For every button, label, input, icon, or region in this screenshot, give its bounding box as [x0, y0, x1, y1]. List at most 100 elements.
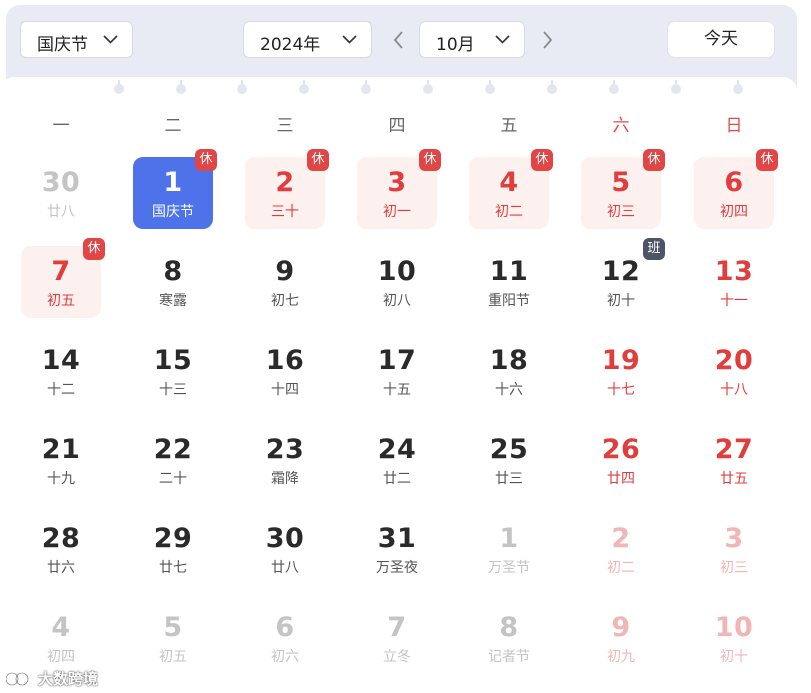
day-number: 27 — [714, 434, 754, 465]
lunar-label: 十八 — [720, 382, 748, 398]
day-cell[interactable]: 10 初八 — [357, 246, 437, 318]
weekday-label: 四 — [388, 116, 406, 136]
day-number: 22 — [153, 434, 193, 465]
day-cell[interactable]: 26 廿四 — [581, 424, 661, 496]
day-number: 8 — [163, 256, 183, 287]
day-number: 6 — [275, 612, 295, 643]
day-cell[interactable]: 25 廿三 — [469, 424, 549, 496]
day-number: 25 — [489, 434, 529, 465]
day-cell[interactable]: 23 霜降 — [245, 424, 325, 496]
rest-day-badge: 休 — [756, 149, 778, 171]
day-cell[interactable]: 3 初三 — [694, 513, 774, 585]
day-cell[interactable]: 31 万圣夜 — [357, 513, 437, 585]
month-select[interactable]: 10月 — [419, 21, 525, 58]
day-cell[interactable]: 28 廿六 — [21, 513, 101, 585]
day-number: 28 — [41, 523, 81, 554]
day-cell[interactable]: 1 万圣节 — [469, 513, 549, 585]
day-number: 11 — [489, 256, 529, 287]
day-cell[interactable]: 7 初五 休 — [21, 238, 105, 318]
lunar-label: 初五 — [159, 649, 187, 665]
day-cell[interactable]: 8 寒露 — [133, 246, 213, 318]
day-cell[interactable]: 3 初一 休 — [357, 149, 441, 229]
day-cell[interactable]: 19 十七 — [581, 335, 661, 407]
next-month-button[interactable] — [539, 29, 555, 51]
binder-ring — [671, 80, 681, 94]
day-cell[interactable]: 5 初五 — [133, 602, 213, 674]
binder-ring — [361, 80, 371, 94]
day-number: 29 — [153, 523, 193, 554]
binder-ring — [547, 80, 557, 94]
lunar-label: 初八 — [383, 293, 411, 309]
day-cell[interactable]: 14 十二 — [21, 335, 101, 407]
holiday-select[interactable]: 国庆节 — [20, 21, 133, 58]
day-cell[interactable]: 20 十八 — [694, 335, 774, 407]
rest-day-badge: 休 — [419, 149, 441, 171]
lunar-label: 初三 — [720, 560, 748, 576]
day-cell[interactable]: 30 廿八 — [21, 157, 101, 229]
day-cell[interactable]: 18 十六 — [469, 335, 549, 407]
watermark: 大数跨境 — [6, 667, 98, 689]
day-cell[interactable]: 15 十三 — [133, 335, 213, 407]
day-number: 18 — [489, 345, 529, 376]
day-cell[interactable]: 12 初十 班 — [581, 238, 665, 318]
watermark-logo-icon — [6, 672, 29, 686]
workday-badge: 班 — [643, 238, 665, 260]
day-cell-selected[interactable]: 1 国庆节 休 — [133, 149, 217, 229]
lunar-label: 初四 — [47, 649, 75, 665]
lunar-label: 十五 — [383, 382, 411, 398]
day-cell[interactable]: 9 初九 — [581, 602, 661, 674]
day-cell[interactable]: 24 廿二 — [357, 424, 437, 496]
day-cell[interactable]: 29 廿七 — [133, 513, 213, 585]
day-number: 24 — [377, 434, 417, 465]
lunar-label: 初三 — [607, 204, 635, 220]
lunar-label: 初二 — [607, 560, 635, 576]
weekday-label: 日 — [725, 116, 743, 136]
lunar-label: 霜降 — [271, 471, 299, 487]
day-cell[interactable]: 30 廿八 — [245, 513, 325, 585]
day-cell[interactable]: 6 初六 — [245, 602, 325, 674]
lunar-label: 廿四 — [607, 471, 635, 487]
day-number: 5 — [163, 612, 183, 643]
day-cell[interactable]: 9 初七 — [245, 246, 325, 318]
lunar-label: 初九 — [607, 649, 635, 665]
day-cell[interactable]: 8 记者节 — [469, 602, 549, 674]
day-number: 1 — [499, 523, 519, 554]
today-button[interactable]: 今天 — [667, 21, 775, 58]
lunar-label: 初十 — [720, 649, 748, 665]
lunar-label: 十三 — [159, 382, 187, 398]
day-number: 1 — [163, 167, 183, 198]
day-cell[interactable]: 13 十一 — [694, 246, 774, 318]
day-cell[interactable]: 17 十五 — [357, 335, 437, 407]
day-cell[interactable]: 2 三十 休 — [245, 149, 329, 229]
weekday-label: 二 — [164, 116, 182, 136]
day-cell[interactable]: 21 十九 — [21, 424, 101, 496]
day-cell[interactable]: 4 初四 — [21, 602, 101, 674]
day-cell[interactable]: 27 廿五 — [694, 424, 774, 496]
day-number: 26 — [601, 434, 641, 465]
day-number: 21 — [41, 434, 81, 465]
day-cell[interactable]: 11 重阳节 — [469, 246, 549, 318]
lunar-label: 廿七 — [159, 560, 187, 576]
year-select-value: 2024年 — [260, 35, 321, 55]
holiday-select-value: 国庆节 — [37, 35, 88, 55]
day-cell[interactable]: 4 初二 休 — [469, 149, 553, 229]
day-number: 4 — [499, 167, 519, 198]
day-cell[interactable]: 22 二十 — [133, 424, 213, 496]
binder-ring — [299, 80, 309, 94]
day-number: 9 — [275, 256, 295, 287]
lunar-label: 初二 — [495, 204, 523, 220]
lunar-label: 立冬 — [383, 649, 411, 665]
binder-ring — [485, 80, 495, 94]
day-cell[interactable]: 6 初四 休 — [694, 149, 778, 229]
day-cell[interactable]: 2 初二 — [581, 513, 661, 585]
day-cell[interactable]: 10 初十 — [694, 602, 774, 674]
day-number: 4 — [51, 612, 71, 643]
day-cell[interactable]: 7 立冬 — [357, 602, 437, 674]
binder-ring — [423, 80, 433, 94]
prev-month-button[interactable] — [391, 29, 407, 51]
day-cell[interactable]: 5 初三 休 — [581, 149, 665, 229]
year-select[interactable]: 2024年 — [243, 21, 372, 58]
day-cell[interactable]: 16 十四 — [245, 335, 325, 407]
weekday-label: 一 — [52, 116, 70, 136]
day-number: 10 — [377, 256, 417, 287]
